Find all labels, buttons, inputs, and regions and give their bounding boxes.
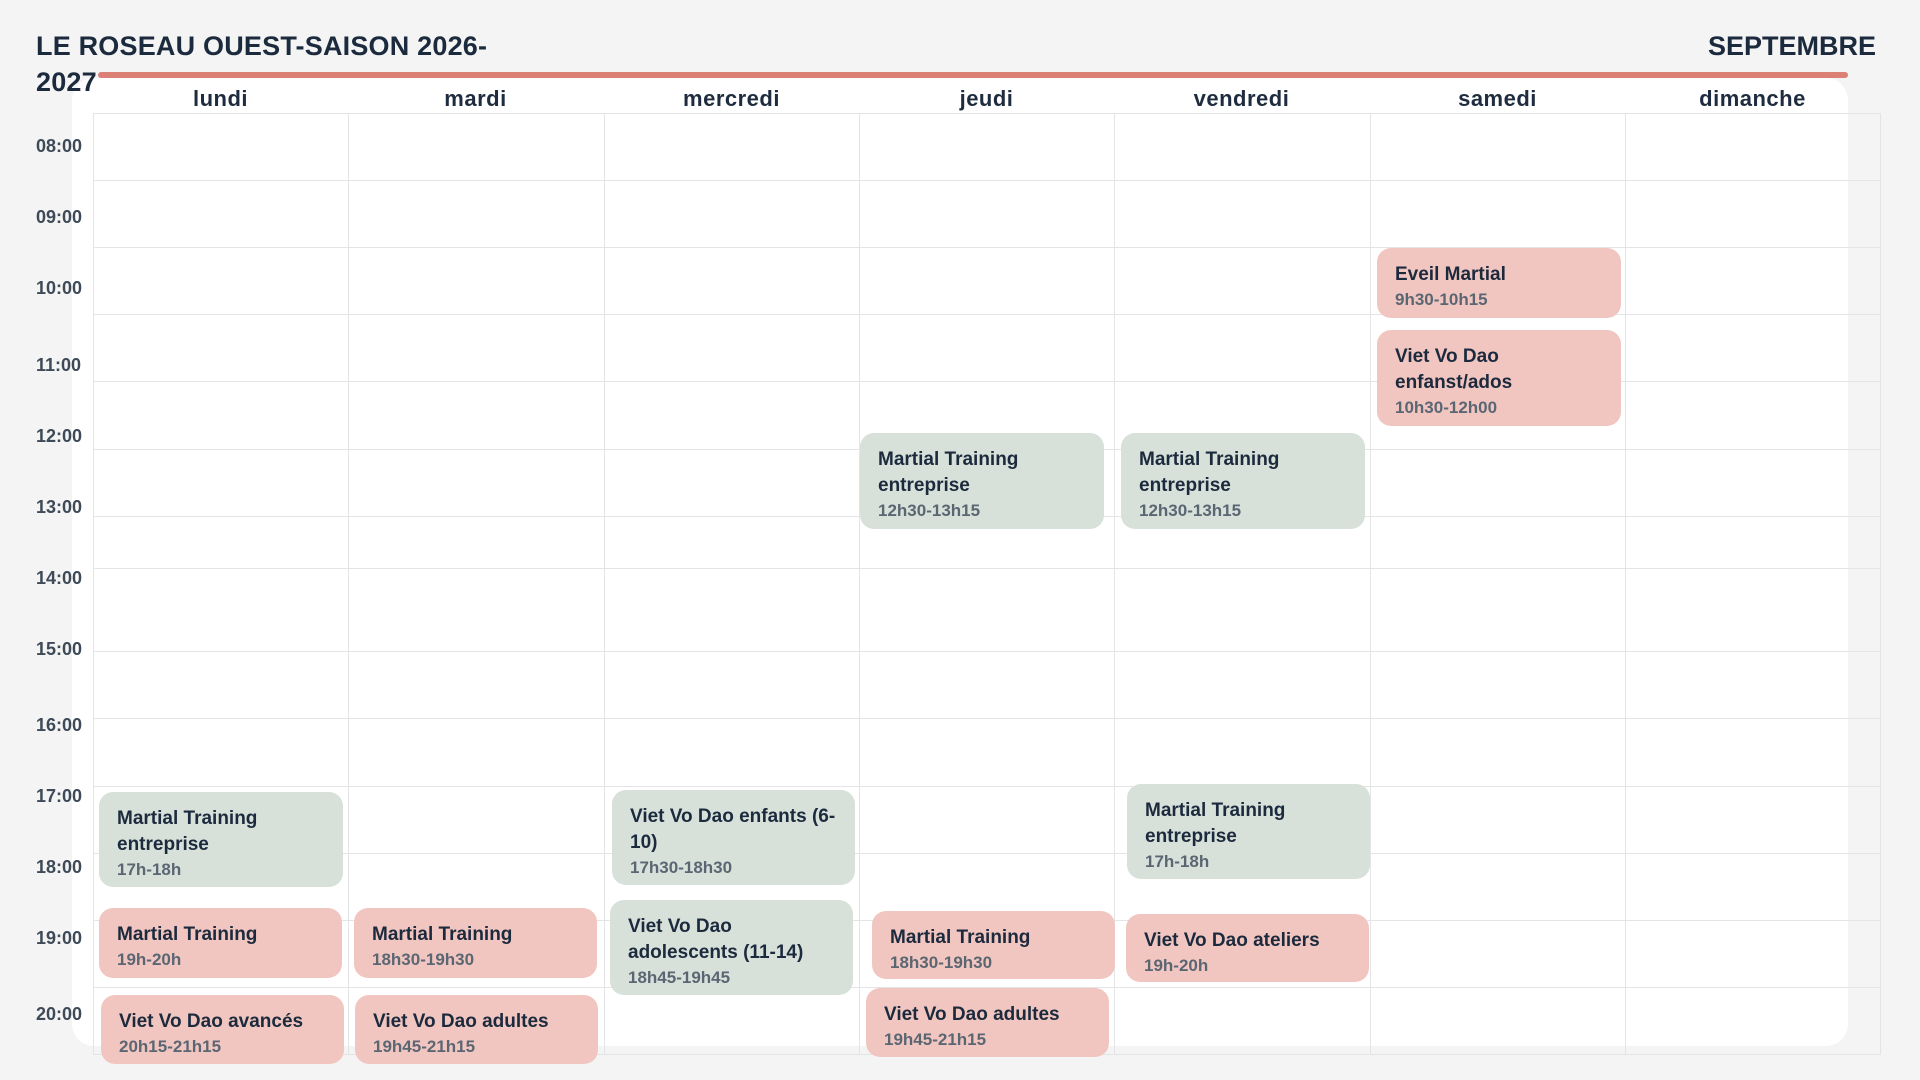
event-title: Viet Vo Dao enfanst/ados [1395, 346, 1513, 393]
grid-row-line [93, 853, 1881, 854]
event-time: 18h45-19h45 [628, 968, 731, 987]
event-time: 19h-20h [117, 950, 182, 969]
event-title: Viet Vo Dao adultes [884, 1004, 1060, 1025]
event-title: Eveil Martial [1395, 264, 1506, 285]
event-card[interactable]: Martial Training 19h-20h [99, 908, 342, 978]
event-time: 20h15-21h15 [119, 1037, 222, 1056]
grid-col-line [1114, 113, 1115, 1055]
grid-col-line [348, 113, 349, 1055]
page-title: LE ROSEAU OUEST-SAISON 2026-2027 [36, 31, 488, 97]
event-title: Martial Training [890, 927, 1031, 948]
grid-col-line [859, 113, 860, 1055]
event-card[interactable]: Viet Vo Dao enfants (6-10) 17h30-18h30 [612, 790, 855, 885]
time-label: 18:00 [36, 857, 83, 877]
event-card[interactable]: Eveil Martial 9h30-10h15 [1377, 248, 1621, 318]
event-card[interactable]: Martial Training entreprise 17h-18h [1127, 784, 1370, 879]
event-time: 9h30-10h15 [1395, 290, 1488, 309]
day-header-mercredi: mercredi [683, 86, 780, 111]
event-time: 12h30-13h15 [1139, 501, 1242, 520]
time-label: 19:00 [36, 928, 83, 948]
time-axis: 08:00 09:00 10:00 11:00 12:00 13:00 14:0… [0, 0, 92, 1080]
time-label: 13:00 [36, 497, 83, 517]
event-title: Martial Training entreprise [117, 808, 258, 855]
event-card[interactable]: Viet Vo Dao adultes 19h45-21h15 [866, 988, 1109, 1057]
grid-col-line [1625, 113, 1626, 1055]
event-card[interactable]: Viet Vo Dao avancés 20h15-21h15 [101, 995, 344, 1064]
month-label: SEPTEMBRE [1707, 31, 1876, 61]
grid-row-line [93, 651, 1881, 652]
event-title: Martial Training entreprise [1139, 449, 1280, 496]
event-title: Viet Vo Dao ateliers [1144, 930, 1320, 951]
event-time: 18h30-19h30 [372, 950, 475, 969]
event-time: 17h-18h [1145, 852, 1210, 871]
time-label: 14:00 [36, 568, 83, 588]
day-header-dimanche: dimanche [1699, 86, 1806, 111]
event-card[interactable]: Martial Training entreprise 17h-18h [99, 792, 343, 887]
grid-row-line [93, 180, 1881, 181]
event-time: 19h45-21h15 [373, 1037, 476, 1056]
event-title: Viet Vo Dao avancés [119, 1011, 304, 1032]
time-label: 20:00 [36, 1004, 83, 1024]
event-title: Martial Training entreprise [1145, 800, 1286, 847]
event-card[interactable]: Viet Vo Dao enfanst/ados 10h30-12h00 [1377, 330, 1621, 426]
time-label: 11:00 [36, 355, 82, 375]
grid-row-line [93, 247, 1881, 248]
event-card[interactable]: Martial Training 18h30-19h30 [872, 911, 1115, 979]
event-title: Viet Vo Dao adultes [373, 1011, 549, 1032]
event-card[interactable]: Viet Vo Dao adolescents (11-14) 18h45-19… [610, 900, 853, 995]
day-header-jeudi: jeudi [959, 86, 1014, 111]
time-label: 17:00 [36, 786, 83, 806]
grid-row-line [93, 718, 1881, 719]
event-card[interactable]: Martial Training entreprise 12h30-13h15 [1121, 433, 1365, 529]
event-title: Martial Training [372, 924, 513, 945]
event-title: Viet Vo Dao enfants (6-10) [630, 806, 836, 853]
time-label: 12:00 [36, 426, 83, 446]
event-title: Martial Training [117, 924, 258, 945]
time-label: 15:00 [36, 639, 83, 659]
event-card[interactable]: Martial Training entreprise 12h30-13h15 [860, 433, 1104, 529]
event-time: 18h30-19h30 [890, 953, 993, 972]
day-header-vendredi: vendredi [1193, 86, 1290, 111]
grid-row-line [93, 786, 1881, 787]
time-label: 10:00 [36, 278, 83, 298]
grid-col-line [604, 113, 605, 1055]
event-time: 10h30-12h00 [1395, 398, 1498, 417]
event-time: 19h-20h [1144, 956, 1209, 975]
time-label: 16:00 [36, 715, 83, 735]
event-time: 17h-18h [117, 860, 182, 879]
time-label: 09:00 [36, 207, 83, 227]
event-time: 17h30-18h30 [630, 858, 733, 877]
event-time: 12h30-13h15 [878, 501, 981, 520]
day-header-samedi: samedi [1458, 86, 1537, 111]
event-card[interactable]: Viet Vo Dao ateliers 19h-20h [1126, 914, 1369, 982]
event-card[interactable]: Martial Training 18h30-19h30 [354, 908, 597, 978]
event-title: Viet Vo Dao adolescents (11-14) [628, 916, 804, 963]
grid-col-line [1370, 113, 1371, 1055]
event-time: 19h45-21h15 [884, 1030, 987, 1049]
grid-row-line [93, 568, 1881, 569]
time-label: 08:00 [36, 136, 83, 156]
event-card[interactable]: Viet Vo Dao adultes 19h45-21h15 [355, 995, 598, 1064]
event-title: Martial Training entreprise [878, 449, 1019, 496]
